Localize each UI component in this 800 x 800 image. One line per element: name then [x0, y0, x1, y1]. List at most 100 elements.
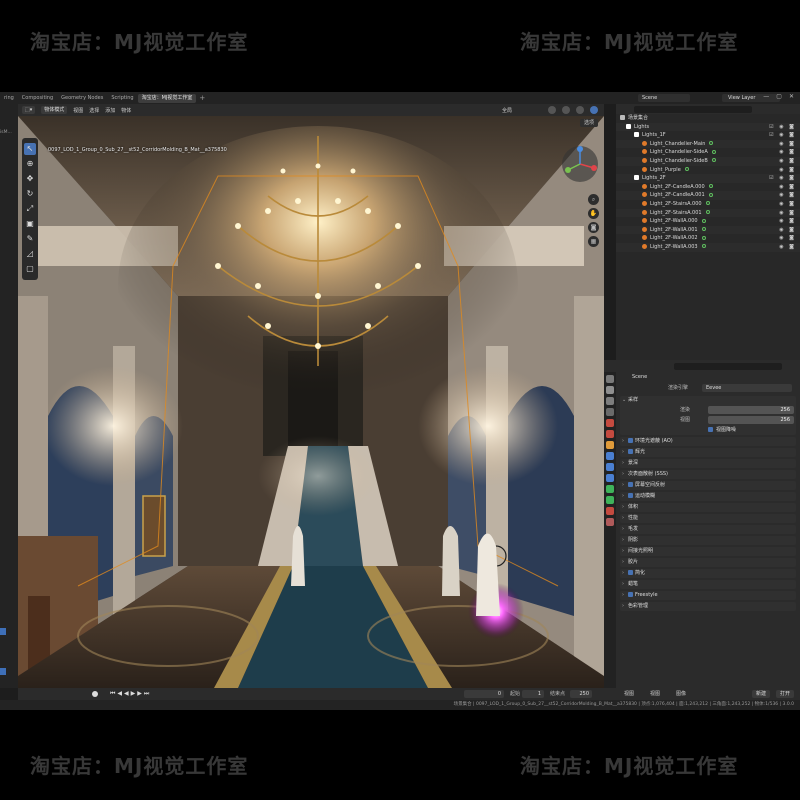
material-tab-icon[interactable]: [606, 507, 614, 515]
panel-enable-checkbox[interactable]: [628, 438, 633, 443]
panel-header[interactable]: › 阴影: [620, 536, 796, 545]
camera-icon[interactable]: ◙: [588, 222, 599, 233]
image-menu-image[interactable]: 图像: [676, 690, 686, 698]
world-tab-icon[interactable]: [606, 430, 614, 438]
editor-type-button[interactable]: ⬚▾: [22, 106, 36, 114]
new-image-button[interactable]: 新建: [752, 690, 771, 698]
panel-header[interactable]: › 屏幕空间反射: [620, 481, 796, 490]
measure-tool-icon[interactable]: ◿: [24, 248, 36, 260]
outliner-row[interactable]: Light_2F-WallA.001 ◉ ◙: [616, 225, 800, 235]
image-menu-view[interactable]: 视图: [624, 690, 634, 698]
particles-tab-icon[interactable]: [606, 463, 614, 471]
sampling-panel-header[interactable]: ⌄ 采样: [620, 396, 796, 405]
properties-search-input[interactable]: [674, 363, 782, 370]
panel-enable-checkbox[interactable]: [628, 493, 633, 498]
transform-orientation-dropdown[interactable]: 全局: [502, 107, 512, 114]
viewport-menu-object[interactable]: 物体: [121, 107, 131, 114]
panel-header[interactable]: › Freestyle: [620, 591, 796, 600]
modifier-tab-icon[interactable]: [606, 452, 614, 460]
panel-header[interactable]: › 体积: [620, 503, 796, 512]
panel-header[interactable]: › 运动模糊: [620, 492, 796, 501]
add-workspace-button[interactable]: +: [196, 94, 208, 102]
outliner-row[interactable]: Light_2F-StairsA.001 ◉ ◙: [616, 208, 800, 218]
panel-header[interactable]: › 色彩管理: [620, 602, 796, 611]
scene-tab-icon[interactable]: [606, 419, 614, 427]
render-samples-field[interactable]: 256: [708, 406, 794, 414]
visibility-toggle-icon[interactable]: ◉ ◙: [779, 226, 796, 235]
panel-enable-checkbox[interactable]: [628, 482, 633, 487]
constraints-tab-icon[interactable]: [606, 485, 614, 493]
visibility-toggle-icon[interactable]: ◉ ◙: [779, 209, 796, 218]
annotate-tool-icon[interactable]: ✎: [24, 233, 36, 245]
visibility-toggle-icon[interactable]: ◉ ◙: [779, 148, 796, 157]
image-menu-view-2[interactable]: 视图: [650, 690, 660, 698]
maximize-icon[interactable]: ▢: [776, 93, 782, 100]
navigation-gizmo-icon[interactable]: [560, 144, 600, 184]
wireframe-shading-icon[interactable]: [548, 106, 556, 114]
visibility-toggle-icon[interactable]: ◉ ◙: [779, 217, 796, 226]
output-tab-icon[interactable]: [606, 397, 614, 405]
panel-enable-checkbox[interactable]: [628, 449, 633, 454]
outliner-row[interactable]: Light_Purple ◉ ◙: [616, 166, 800, 175]
add-cube-tool-icon[interactable]: ▢: [24, 263, 36, 275]
playback-controls-icon[interactable]: ⏮◀◀▶▶⏭: [110, 690, 151, 698]
viewport-menu-select[interactable]: 选择: [89, 107, 99, 114]
outliner-row[interactable]: Light_2F-CandleA.001 ◉ ◙: [616, 191, 800, 200]
physics-tab-icon[interactable]: [606, 474, 614, 482]
outliner-row[interactable]: 场景集合: [616, 114, 800, 123]
tool-tab-icon[interactable]: [606, 375, 614, 383]
scene-selector[interactable]: Scene: [638, 94, 690, 102]
outliner-row[interactable]: Light_2F-WallA.003 ◉ ◙: [616, 242, 800, 252]
viewport-denoise-checkbox[interactable]: [708, 427, 713, 432]
visibility-toggle-icon[interactable]: ◉ ◙: [779, 234, 796, 243]
workspace-tab[interactable]: Scripting: [107, 94, 137, 103]
outliner-row[interactable]: Lights_1F ☑ ◉ ◙: [616, 131, 800, 140]
visibility-toggle-icon[interactable]: ◉ ◙: [779, 183, 796, 192]
outliner-row[interactable]: Light_2F-WallA.000 ◉ ◙: [616, 217, 800, 226]
3d-viewport[interactable]: ↖ ⊕ ✥ ↻ ⤢ ▣ ✎ ◿ ▢ 选项 0097_LOD_1_Group_0_…: [18, 116, 604, 688]
outliner-row[interactable]: Lights_2F ☑ ◉ ◙: [616, 174, 800, 183]
close-icon[interactable]: ✕: [789, 93, 794, 100]
outliner-row[interactable]: Light_2F-WallA.002 ◉ ◙: [616, 234, 800, 243]
visibility-toggle-icon[interactable]: ◉ ◙: [779, 140, 796, 149]
render-engine-dropdown[interactable]: Eevee: [702, 384, 792, 392]
material-shading-icon[interactable]: [576, 106, 584, 114]
scale-tool-icon[interactable]: ⤢: [24, 203, 36, 215]
start-frame-field[interactable]: 1: [522, 690, 544, 698]
transform-tool-icon[interactable]: ▣: [24, 218, 36, 230]
render-tab-icon[interactable]: [606, 386, 614, 394]
open-image-button[interactable]: 打开: [776, 690, 795, 698]
visibility-toggle-icon[interactable]: ◉ ◙: [779, 157, 796, 166]
outliner-row[interactable]: Light_Chandelier-Main ◉ ◙: [616, 139, 800, 149]
outliner-row[interactable]: Light_2F-StairsA.000 ◉ ◙: [616, 200, 800, 209]
panel-header[interactable]: › 胶片: [620, 558, 796, 567]
object-mode-dropdown[interactable]: 物体模式: [41, 106, 68, 114]
panel-enable-checkbox[interactable]: [628, 592, 633, 597]
viewport-menu-view[interactable]: 视图: [73, 107, 83, 114]
outliner-row[interactable]: Light_Chandelier-SideB ◉ ◙: [616, 156, 800, 166]
visibility-toggle-icon[interactable]: ☑ ◉ ◙: [769, 131, 796, 140]
visibility-toggle-icon[interactable]: ◉ ◙: [779, 166, 796, 175]
panel-header[interactable]: › 蜡笔: [620, 580, 796, 589]
workspace-tab[interactable]: Geometry Nodes: [57, 94, 107, 103]
view-layer-tab-icon[interactable]: [606, 408, 614, 416]
cursor-tool-icon[interactable]: ⊕: [24, 158, 36, 170]
panel-header[interactable]: › 简化: [620, 569, 796, 578]
workspace-tab[interactable]: 淘宝店：MJ视觉工作室: [137, 93, 197, 103]
workspace-tab[interactable]: ring: [0, 94, 18, 103]
visibility-toggle-icon[interactable]: ◉ ◙: [779, 200, 796, 209]
rotate-tool-icon[interactable]: ↻: [24, 188, 36, 200]
visibility-toggle-icon[interactable]: ◉ ◙: [779, 243, 796, 252]
options-button[interactable]: 选项: [579, 119, 598, 127]
panel-header[interactable]: › 次表面散射 (SSS): [620, 470, 796, 479]
move-tool-icon[interactable]: ✥: [24, 173, 36, 185]
end-frame-field[interactable]: 250: [570, 690, 592, 698]
panel-header[interactable]: › 性能: [620, 514, 796, 523]
viewport-menu-add[interactable]: 添加: [105, 107, 115, 114]
outliner-row[interactable]: Light_2F-CandleA.000 ◉ ◙: [616, 183, 800, 192]
panel-header[interactable]: › 毛发: [620, 525, 796, 534]
panel-header[interactable]: › 环境光遮蔽 (AO): [620, 437, 796, 446]
panel-header[interactable]: › 间接光照明: [620, 547, 796, 556]
record-icon[interactable]: [92, 691, 98, 697]
minimize-icon[interactable]: —: [763, 93, 769, 100]
